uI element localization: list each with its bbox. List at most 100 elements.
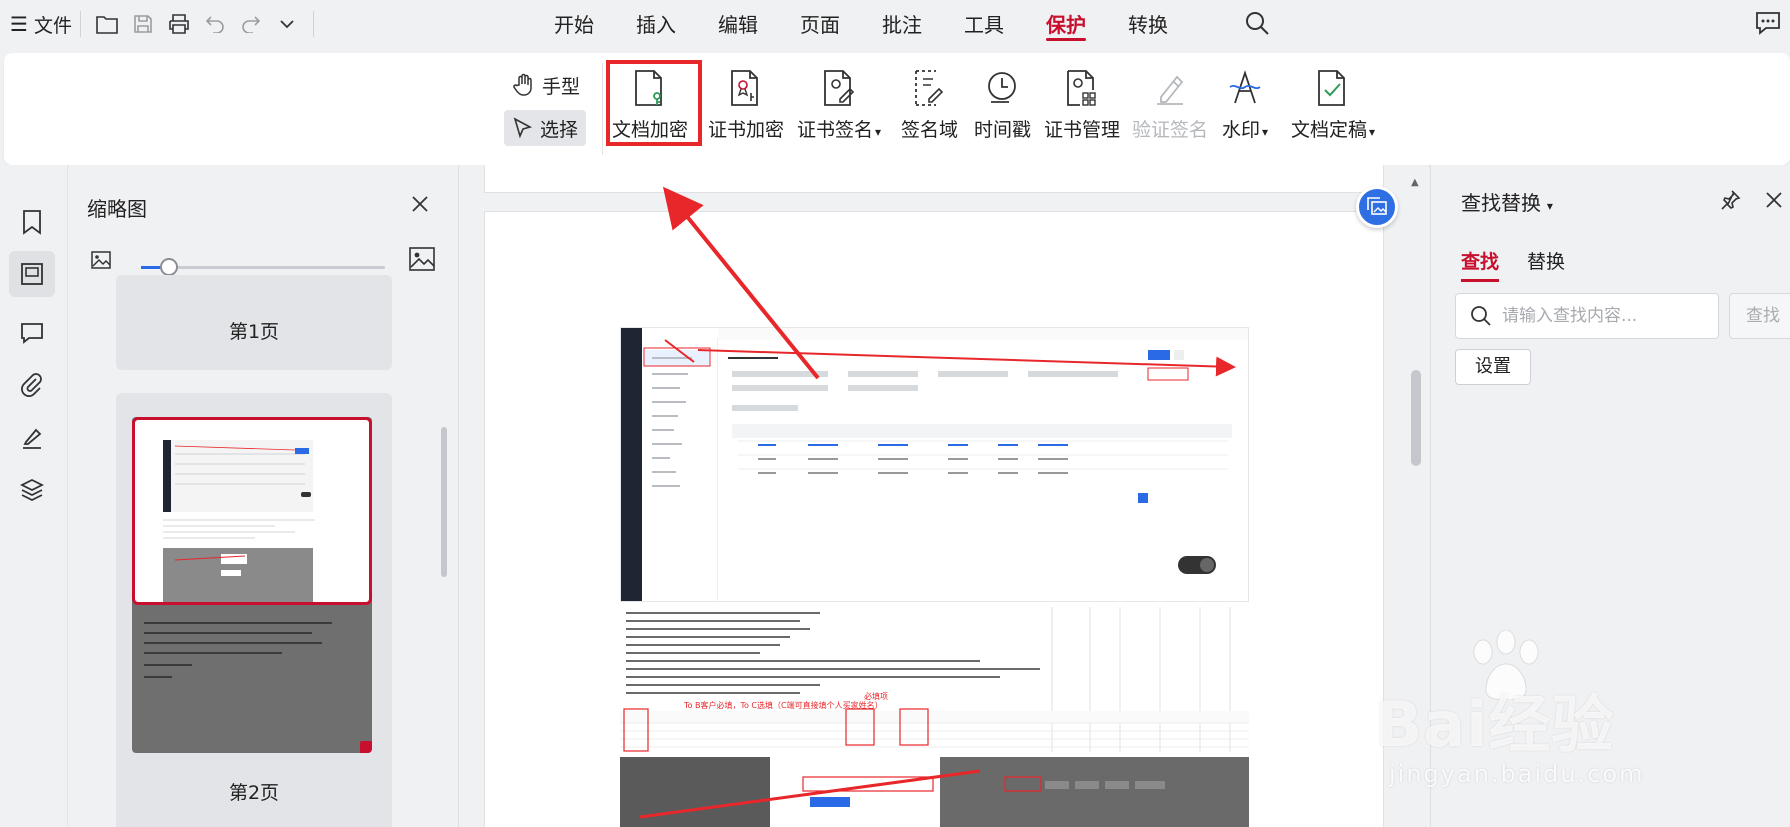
layers-icon[interactable] bbox=[9, 467, 55, 513]
tab-replace[interactable]: 替换 bbox=[1527, 247, 1565, 274]
watermark-text: 水印 bbox=[1222, 119, 1261, 141]
thumbnail-scrollbar[interactable] bbox=[441, 427, 447, 577]
redo-icon[interactable] bbox=[233, 6, 269, 42]
sign-field-button[interactable]: 签名域 bbox=[901, 67, 958, 142]
finalize-icon bbox=[1316, 67, 1350, 109]
crm-menu bbox=[642, 338, 718, 601]
tab-page[interactable]: 页面 bbox=[800, 0, 840, 48]
caret-down-icon: ▾ bbox=[1543, 199, 1553, 213]
scroll-up-arrow-icon[interactable]: ▲ bbox=[1411, 177, 1419, 188]
find-replace-panel: 查找替换 ▾ 查找 替换 查找 设置 bbox=[1430, 165, 1790, 827]
chevron-down-icon[interactable] bbox=[269, 6, 305, 42]
divider bbox=[602, 63, 603, 155]
find-button[interactable]: 查找 bbox=[1729, 293, 1790, 339]
previous-page-edge bbox=[484, 165, 1384, 193]
watermark-icon bbox=[1228, 67, 1262, 109]
left-rail bbox=[0, 165, 68, 827]
divider bbox=[312, 11, 314, 37]
find-replace-title-text: 查找替换 bbox=[1461, 191, 1541, 215]
tab-protect[interactable]: 保护 bbox=[1046, 0, 1086, 48]
cert-sign-label: 证书签名 ▾ bbox=[797, 115, 881, 142]
embedded-crm-screenshot bbox=[620, 327, 1249, 602]
cert-manage-button[interactable]: 证书管理 bbox=[1044, 67, 1120, 142]
search-icon[interactable] bbox=[1244, 10, 1270, 40]
close-icon[interactable] bbox=[411, 195, 429, 217]
comment-icon[interactable] bbox=[9, 310, 55, 356]
tab-start[interactable]: 开始 bbox=[554, 0, 594, 48]
caret-down-icon: ▾ bbox=[1369, 125, 1376, 139]
tab-find[interactable]: 查找 bbox=[1461, 247, 1500, 282]
chat-bubble-icon[interactable] bbox=[1754, 10, 1782, 40]
close-icon[interactable] bbox=[1765, 191, 1783, 213]
open-folder-icon[interactable] bbox=[89, 6, 125, 42]
cert-sign-text: 证书签名 bbox=[797, 119, 874, 141]
settings-button[interactable]: 设置 bbox=[1455, 349, 1531, 385]
thumbnail-icon[interactable] bbox=[9, 251, 55, 297]
sign-field-label: 签名域 bbox=[901, 119, 959, 141]
sign-field-icon bbox=[913, 67, 947, 109]
thumbnail-panel: 缩略图 第1页 第2页 bbox=[69, 165, 459, 827]
tab-convert[interactable]: 转换 bbox=[1128, 0, 1168, 48]
timestamp-icon bbox=[986, 67, 1020, 109]
attachment-icon[interactable] bbox=[9, 362, 55, 408]
image-small-icon[interactable] bbox=[91, 251, 111, 273]
bookmark-icon[interactable] bbox=[9, 199, 55, 245]
cert-encrypt-label: 证书加密 bbox=[708, 119, 785, 141]
cert-sign-button[interactable]: 证书签名 ▾ bbox=[797, 67, 881, 142]
finalize-label: 文档定稿 ▾ bbox=[1291, 115, 1375, 142]
cert-encrypt-icon bbox=[729, 67, 763, 109]
page-label: 第1页 bbox=[228, 321, 280, 343]
main-tabs: 开始 插入 编辑 页面 批注 工具 保护 转换 bbox=[554, 0, 1210, 48]
tab-edit[interactable]: 编辑 bbox=[718, 0, 758, 48]
verify-sign-icon bbox=[1153, 67, 1187, 109]
tab-tools[interactable]: 工具 bbox=[964, 0, 1004, 48]
timestamp-label: 时间戳 bbox=[974, 119, 1032, 141]
undo-icon[interactable] bbox=[197, 6, 233, 42]
verify-sign-label: 验证签名 bbox=[1132, 119, 1209, 141]
hand-tool-label: 手型 bbox=[542, 75, 581, 98]
hand-icon bbox=[513, 73, 532, 96]
crm-sidebar bbox=[621, 328, 642, 601]
finalize-button[interactable]: 文档定稿 ▾ bbox=[1291, 67, 1375, 142]
document-viewer: To B客户必填，To C选填（C端可直接填个人买家姓名） 必填项 bbox=[460, 165, 1428, 827]
image-large-icon[interactable] bbox=[409, 247, 435, 275]
red-note-bto-b: To B客户必填，To C选填（C端可直接填个人买家姓名） bbox=[684, 701, 883, 710]
caret-down-icon: ▾ bbox=[1262, 125, 1269, 139]
save-icon[interactable] bbox=[125, 6, 161, 42]
pin-icon[interactable] bbox=[1719, 189, 1741, 215]
tab-insert[interactable]: 插入 bbox=[636, 0, 676, 48]
cursor-icon bbox=[513, 117, 533, 139]
red-note-required: 必填项 bbox=[864, 692, 888, 701]
document-scrollbar[interactable] bbox=[1411, 370, 1421, 466]
search-icon bbox=[1471, 306, 1491, 326]
caret-down-icon: ▾ bbox=[875, 125, 882, 139]
signature-icon[interactable] bbox=[9, 415, 55, 461]
find-replace-title[interactable]: 查找替换 ▾ bbox=[1461, 187, 1553, 216]
thumbnail-page-2[interactable]: 第2页 bbox=[116, 393, 392, 827]
find-input[interactable] bbox=[1502, 306, 1702, 326]
thumbnail-page-1[interactable]: 第1页 bbox=[116, 275, 392, 370]
zoom-slider[interactable] bbox=[141, 258, 385, 276]
watermark-button[interactable]: 水印 ▾ bbox=[1222, 67, 1268, 142]
hamburger-icon[interactable]: ☰ bbox=[10, 12, 28, 36]
menu-left-group: ☰ 文件 bbox=[10, 0, 322, 48]
finalize-text: 文档定稿 bbox=[1291, 119, 1368, 141]
timestamp-button[interactable]: 时间戳 bbox=[974, 67, 1031, 142]
page-label: 第2页 bbox=[228, 782, 280, 804]
thumbnail-panel-title: 缩略图 bbox=[87, 197, 147, 221]
menu-bar: ☰ 文件 开始 插入 编辑 页面 批注 工具 保护 转换 bbox=[0, 0, 1790, 48]
hand-tool-button[interactable]: 手型 bbox=[504, 67, 588, 103]
print-icon[interactable] bbox=[161, 6, 197, 42]
cert-sign-icon bbox=[822, 67, 856, 109]
zoom-slider-handle[interactable] bbox=[160, 258, 178, 276]
embedded-dialog-screenshot bbox=[620, 757, 1249, 827]
find-input-box[interactable] bbox=[1455, 293, 1719, 339]
select-tool-button[interactable]: 选择 bbox=[504, 110, 587, 146]
embedded-sheet-screenshot: To B客户必填，To C选填（C端可直接填个人买家姓名） 必填项 bbox=[620, 607, 1249, 752]
floating-convert-button[interactable] bbox=[1356, 186, 1398, 228]
cert-encrypt-button[interactable]: 证书加密 bbox=[708, 67, 784, 142]
file-menu[interactable]: 文件 bbox=[34, 11, 72, 38]
convert-image-icon bbox=[1367, 197, 1387, 215]
tab-annotate[interactable]: 批注 bbox=[882, 0, 922, 48]
verify-sign-button[interactable]: 验证签名 bbox=[1132, 67, 1208, 142]
